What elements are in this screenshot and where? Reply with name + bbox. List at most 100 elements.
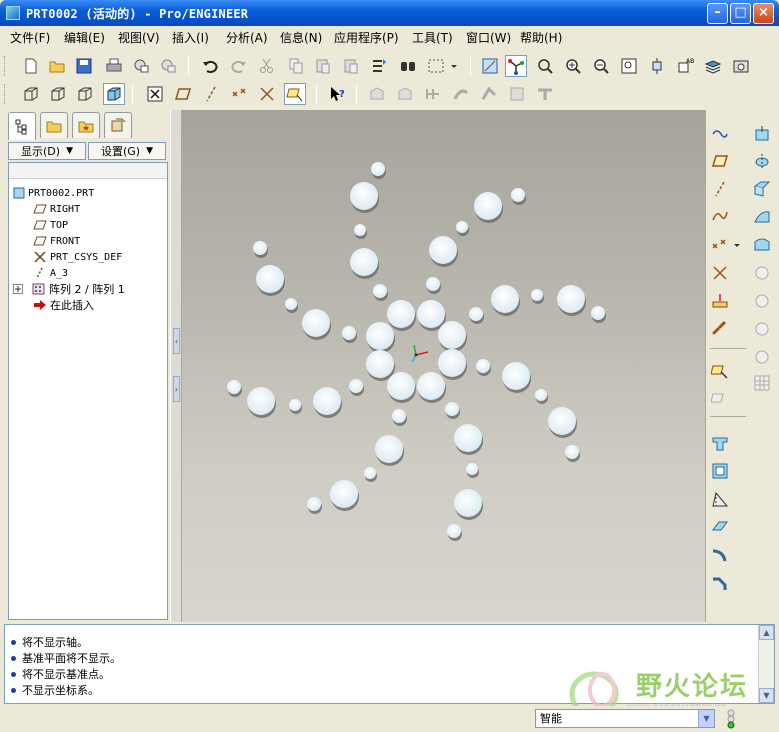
hole[interactable] [438, 349, 466, 377]
tree-item-pattern[interactable]: 阵列 2 / 阵列 1 [13, 281, 125, 297]
toolbar-grip[interactable] [4, 56, 7, 76]
hole[interactable] [354, 224, 366, 236]
hole[interactable] [511, 188, 525, 202]
context-help-icon[interactable]: ? [326, 83, 348, 105]
close-button[interactable]: × [753, 3, 774, 24]
rib-tool-icon[interactable] [708, 516, 732, 538]
round-tool-icon[interactable] [708, 544, 732, 566]
hole[interactable] [387, 372, 415, 400]
datum-points-icon[interactable] [228, 83, 250, 105]
datum-plane-tool-icon[interactable] [708, 150, 732, 172]
tab-connections[interactable] [104, 112, 132, 138]
paste-special-icon[interactable] [340, 55, 362, 77]
hole[interactable] [256, 265, 284, 293]
revolve-tool-icon[interactable] [750, 150, 774, 172]
hole[interactable] [429, 236, 457, 264]
annotations-icon[interactable] [284, 83, 306, 105]
print-icon[interactable] [103, 55, 125, 77]
extrude-tool-icon[interactable] [708, 432, 732, 454]
menu-file[interactable]: 文件(F) [10, 29, 50, 46]
shell-tool-icon[interactable] [708, 460, 732, 482]
tab-favorites[interactable] [72, 112, 100, 138]
chevron-down-icon[interactable]: ▼ [698, 710, 714, 727]
select-box-icon[interactable] [425, 55, 447, 77]
hole[interactable] [227, 380, 241, 394]
layers-icon[interactable] [702, 55, 724, 77]
save-icon[interactable] [73, 55, 95, 77]
datum-axis-tool-icon[interactable] [708, 178, 732, 200]
draft-tool-icon[interactable] [708, 488, 732, 510]
toolbar-grip[interactable] [4, 84, 7, 104]
no-hidden-icon[interactable] [74, 83, 96, 105]
redo-icon[interactable] [228, 55, 250, 77]
tree-item-axis[interactable]: A_3 [33, 265, 68, 281]
reorient-icon[interactable] [646, 55, 668, 77]
hole[interactable] [454, 424, 482, 452]
selection-filter-select[interactable]: 智能 ▼ [535, 709, 715, 728]
undo-icon[interactable] [199, 55, 221, 77]
pattern-holes[interactable] [227, 162, 606, 541]
boundary-blend-icon[interactable] [750, 234, 774, 256]
model-view[interactable] [182, 110, 705, 622]
menu-edit[interactable]: 编辑(E) [64, 29, 105, 46]
collapse-left-icon[interactable]: ‹ [173, 328, 180, 354]
hole[interactable] [426, 277, 440, 291]
regenerate-icon[interactable] [368, 55, 390, 77]
hole[interactable] [366, 350, 394, 378]
maximize-button[interactable]: □ [730, 3, 751, 24]
menu-view[interactable]: 视图(V) [118, 29, 160, 46]
datum-display-toggle-icon[interactable] [144, 83, 166, 105]
hole[interactable] [454, 489, 482, 517]
sketch-datum-icon[interactable] [708, 122, 732, 144]
hole[interactable] [289, 399, 301, 411]
analysis-feature-icon[interactable] [708, 290, 732, 312]
hole[interactable] [330, 480, 358, 508]
hole[interactable] [342, 326, 356, 340]
blend-tool-icon[interactable] [750, 206, 774, 228]
new-file-icon[interactable] [20, 55, 42, 77]
tab-folder-browser[interactable] [40, 112, 68, 138]
hole[interactable] [565, 445, 579, 459]
panel-splitter[interactable]: ‹ › [170, 110, 182, 622]
refit-icon[interactable] [618, 55, 640, 77]
hole[interactable] [307, 497, 321, 511]
show-menu-button[interactable]: 显示(D) ▼ [8, 142, 86, 160]
menu-help[interactable]: 帮助(H) [520, 29, 562, 46]
hole[interactable] [285, 298, 297, 310]
hole[interactable] [366, 322, 394, 350]
chamfer-tool-icon[interactable] [708, 572, 732, 594]
scroll-up-icon[interactable]: ▲ [759, 625, 774, 640]
find-icon[interactable] [397, 55, 419, 77]
chevron-down-icon[interactable] [732, 234, 742, 256]
hole[interactable] [445, 402, 459, 416]
menu-info[interactable]: 信息(N) [280, 29, 322, 46]
model-tree-view-icon[interactable] [730, 55, 752, 77]
datum-point-tool-icon[interactable] [708, 234, 732, 256]
open-folder-icon[interactable] [46, 55, 68, 77]
hole[interactable] [417, 372, 445, 400]
coord-systems-icon[interactable] [256, 83, 278, 105]
orient-display-icon[interactable] [479, 55, 501, 77]
tree-item-front[interactable]: FRONT [33, 233, 80, 249]
zoom-out-icon[interactable] [590, 55, 612, 77]
expand-plus-icon[interactable] [13, 284, 23, 294]
menu-insert[interactable]: 插入(I) [172, 29, 209, 46]
expand-right-icon[interactable]: › [173, 376, 180, 402]
hole[interactable] [373, 284, 387, 298]
menu-analysis[interactable]: 分析(A) [226, 29, 268, 46]
select-dropdown-icon[interactable] [448, 55, 460, 77]
hole[interactable] [548, 407, 576, 435]
hole[interactable] [302, 309, 330, 337]
tab-model-tree[interactable] [8, 112, 36, 140]
zoom-in-icon[interactable] [562, 55, 584, 77]
menu-tools[interactable]: 工具(T) [412, 29, 453, 46]
hidden-line-icon[interactable] [47, 83, 69, 105]
hole[interactable] [469, 307, 483, 321]
saved-views-icon[interactable]: AB [674, 55, 696, 77]
hole[interactable] [591, 306, 605, 320]
hole[interactable] [447, 524, 461, 538]
graphics-window[interactable] [182, 110, 705, 622]
hole[interactable] [535, 389, 547, 401]
shading-icon[interactable] [103, 83, 125, 105]
tree-item-part[interactable]: PRT0002.PRT [13, 185, 94, 201]
